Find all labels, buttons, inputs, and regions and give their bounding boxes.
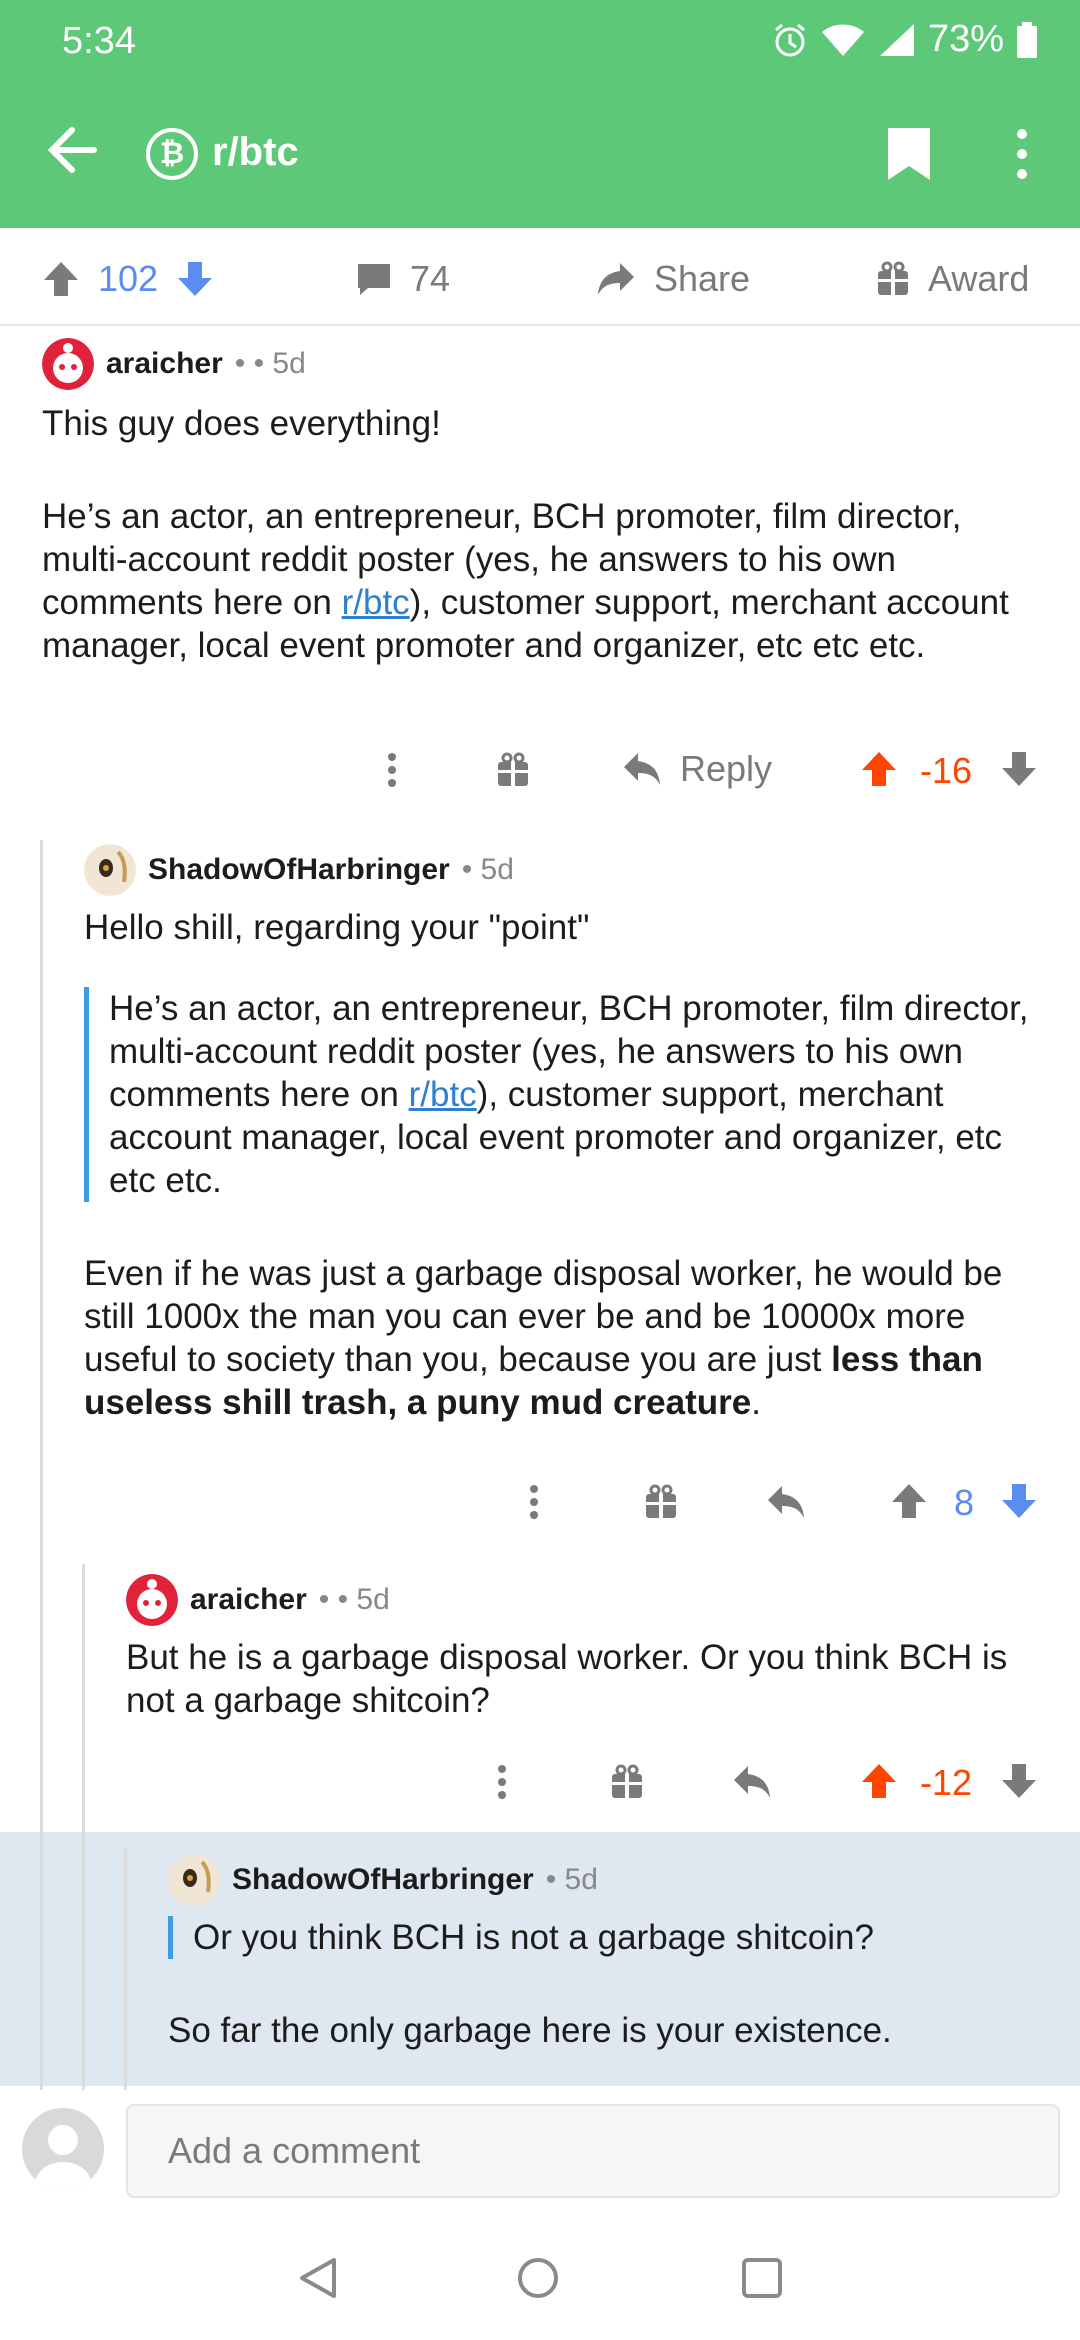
more-vertical-icon[interactable] (1006, 124, 1038, 184)
comment-score: -12 (920, 1762, 973, 1803)
comment-header: araicher • • 5d (126, 1574, 390, 1626)
comment-body: But he is a garbage disposal worker. Or … (126, 1636, 1056, 1722)
comment-paragraph: He’s an actor, an entrepreneur, BCH prom… (42, 497, 1009, 665)
comments-count-button[interactable]: 74 (356, 258, 450, 300)
comment-meta: • • 5d (234, 347, 306, 380)
reply-label: Reply (680, 748, 773, 789)
system-nav-bar (0, 2210, 1080, 2340)
avatar[interactable] (126, 1574, 178, 1626)
bookmark-icon[interactable] (886, 126, 932, 182)
comment-score: -16 (920, 750, 973, 791)
gift-icon[interactable] (644, 1484, 678, 1520)
share-button[interactable]: Share (596, 258, 750, 300)
nav-back-icon[interactable] (296, 2256, 340, 2300)
comment-paragraph: Hello shill, regarding your "point" (84, 908, 590, 947)
nav-home-icon[interactable] (516, 2256, 560, 2300)
blockquote: Or you think BCH is not a garbage shitco… (168, 1916, 1058, 1959)
upvote-icon[interactable] (860, 750, 898, 788)
comment-input[interactable]: Add a comment (126, 2104, 1060, 2198)
comments-count: 74 (410, 258, 451, 299)
username[interactable]: araicher (190, 1583, 307, 1617)
subreddit-name[interactable]: r/btc (212, 130, 299, 175)
comment-body: Or you think BCH is not a garbage shitco… (168, 1916, 1058, 2052)
reply-icon[interactable] (732, 1764, 772, 1800)
downvote-icon[interactable] (176, 260, 214, 298)
comment-paragraph: But he is a garbage disposal worker. Or … (126, 1638, 1008, 1720)
comment-score: 8 (954, 1482, 975, 1523)
blockquote: He’s an actor, an entrepreneur, BCH prom… (84, 987, 1054, 1202)
comment-body: This guy does everything! He’s an actor,… (42, 402, 1042, 667)
post-score: 102 (98, 258, 159, 299)
award-button[interactable]: Award (876, 258, 1029, 300)
gift-icon (878, 261, 908, 295)
avatar[interactable] (168, 1854, 220, 1906)
gift-icon[interactable] (610, 1764, 644, 1800)
comment-paragraph: Even if he was just a garbage disposal w… (84, 1254, 1003, 1422)
app-header: 5:34 73% ₿ r/btc (0, 0, 1080, 228)
comment-meta: • 5d (461, 853, 514, 886)
comment-header: ShadowOfHarbringer • 5d (84, 844, 514, 896)
reply-icon[interactable] (766, 1484, 806, 1520)
comment-meta: • • 5d (318, 1583, 390, 1616)
nav-recents-icon[interactable] (740, 2256, 784, 2300)
reply-button[interactable]: Reply (622, 748, 772, 790)
comment-actions: 8 (510, 1476, 1040, 1528)
upvote-icon[interactable] (890, 1482, 928, 1520)
thread-line[interactable] (124, 1848, 127, 2090)
comment-header: araicher • • 5d (42, 338, 306, 390)
more-vertical-icon[interactable] (528, 1484, 540, 1520)
status-icons: 73% (772, 18, 1038, 61)
comment-actions: -12 (480, 1756, 1040, 1808)
back-arrow-icon[interactable] (42, 120, 102, 180)
downvote-icon[interactable] (1000, 1762, 1038, 1800)
comment-body: Hello shill, regarding your "point" He’s… (84, 906, 1054, 1424)
thread-line[interactable] (40, 1832, 43, 2090)
wifi-icon (821, 24, 864, 56)
post-vote-group: 102 (42, 258, 214, 300)
comment-paragraph: This guy does everything! (42, 404, 441, 443)
comment-paragraph: So far the only garbage here is your exi… (168, 2011, 892, 2050)
gift-icon[interactable] (496, 752, 530, 788)
battery-percent: 73% (927, 18, 1004, 60)
more-vertical-icon[interactable] (496, 1764, 508, 1800)
more-vertical-icon[interactable] (386, 752, 398, 788)
avatar[interactable] (42, 338, 94, 390)
comment-meta: • 5d (545, 1863, 598, 1896)
upvote-icon[interactable] (42, 260, 80, 298)
subreddit-icon[interactable]: ₿ (146, 128, 198, 180)
comment-composer: Add a comment (0, 2090, 1080, 2210)
avatar[interactable] (22, 2108, 104, 2190)
signal-icon (879, 23, 914, 56)
comment-actions: Reply -16 (370, 744, 1040, 796)
subreddit-link[interactable]: r/btc (409, 1075, 477, 1114)
share-label: Share (654, 258, 751, 299)
share-icon (598, 263, 634, 295)
alarm-icon (774, 23, 805, 56)
username[interactable]: ShadowOfHarbringer (148, 853, 450, 887)
downvote-icon[interactable] (1000, 750, 1038, 788)
downvote-icon[interactable] (1000, 1482, 1038, 1520)
reply-icon (624, 753, 660, 785)
avatar[interactable] (84, 844, 136, 896)
upvote-icon[interactable] (860, 1762, 898, 1800)
award-label: Award (928, 258, 1030, 299)
comment-header: ShadowOfHarbringer • 5d (168, 1854, 598, 1906)
post-action-bar: 102 74 Share Award (0, 228, 1080, 326)
username[interactable]: ShadowOfHarbringer (232, 1863, 534, 1897)
username[interactable]: araicher (106, 347, 223, 381)
comment-icon (358, 264, 390, 295)
thread-line[interactable] (82, 1832, 85, 2090)
subreddit-link[interactable]: r/btc (342, 583, 410, 622)
battery-icon (1017, 21, 1037, 58)
status-time: 5:34 (62, 20, 136, 62)
